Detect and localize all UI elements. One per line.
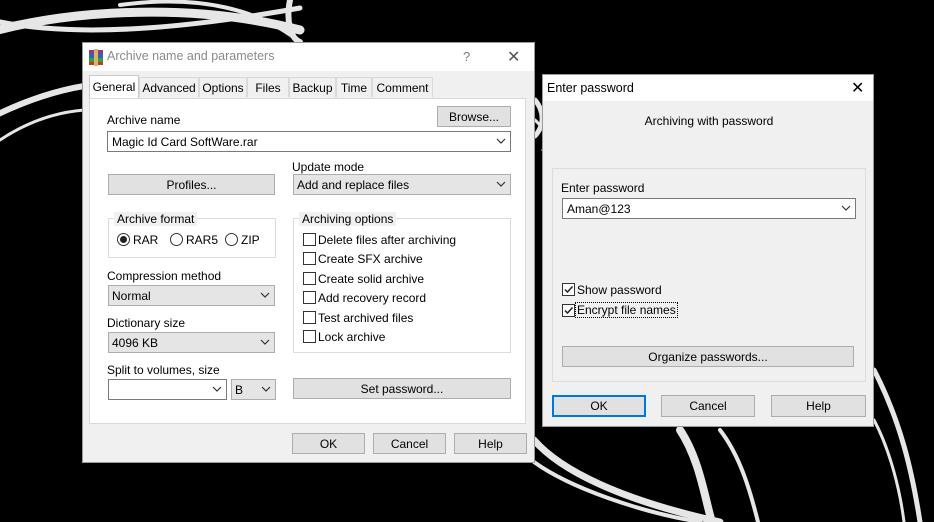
format-zip-label[interactable]: ZIP <box>241 233 260 247</box>
archive-dialog-title: Archive name and parameters <box>107 49 275 63</box>
test-archived-label[interactable]: Test archived files <box>318 311 413 325</box>
checkmark-icon <box>564 306 574 315</box>
split-unit-value: B <box>235 383 244 397</box>
chevron-down-icon <box>260 339 270 345</box>
chevron-down-icon <box>261 386 271 392</box>
help-button[interactable]: Help <box>454 433 527 454</box>
lock-archive-checkbox[interactable] <box>303 330 316 343</box>
update-mode-select[interactable]: Add and replace files <box>293 174 511 195</box>
create-solid-label[interactable]: Create solid archive <box>318 272 424 286</box>
help-button[interactable]: Help <box>771 395 866 417</box>
chevron-down-icon <box>212 386 222 392</box>
tab-options[interactable]: Options <box>199 77 247 97</box>
chevron-down-icon <box>841 205 851 211</box>
checkmark-icon <box>564 285 574 294</box>
encrypt-names-label[interactable]: Encrypt file names <box>575 302 678 318</box>
set-password-button[interactable]: Set password... <box>293 378 511 399</box>
tab-comment[interactable]: Comment <box>372 77 433 97</box>
archive-name-combo[interactable]: Magic Id Card SoftWare.rar <box>107 131 511 152</box>
chevron-down-icon <box>496 181 506 187</box>
show-password-checkbox[interactable] <box>562 283 575 296</box>
split-unit-select[interactable]: B <box>231 379 276 400</box>
archiving-options-label: Archiving options <box>299 212 397 226</box>
tab-time[interactable]: Time <box>336 77 372 97</box>
tab-backup[interactable]: Backup <box>289 77 336 97</box>
create-solid-checkbox[interactable] <box>303 272 316 285</box>
ok-button[interactable]: OK <box>292 433 365 454</box>
close-icon[interactable]: ✕ <box>507 47 520 67</box>
split-volumes-label: Split to volumes, size <box>107 363 220 377</box>
password-dialog-titlebar[interactable]: Enter password ✕ <box>543 75 873 101</box>
create-sfx-label[interactable]: Create SFX archive <box>318 252 423 266</box>
profiles-button[interactable]: Profiles... <box>108 174 275 195</box>
archive-name-value: Magic Id Card SoftWare.rar <box>112 135 258 149</box>
password-dialog-title: Enter password <box>547 81 634 95</box>
chevron-down-icon <box>496 138 506 144</box>
format-rar-label[interactable]: RAR <box>133 233 158 247</box>
password-input[interactable]: Aman@123 <box>562 198 856 219</box>
update-mode-label: Update mode <box>292 160 365 174</box>
archive-dialog-titlebar[interactable]: Archive name and parameters ? ✕ <box>83 43 534 71</box>
ok-button[interactable]: OK <box>552 395 646 417</box>
tab-general[interactable]: General <box>89 75 139 98</box>
recovery-record-checkbox[interactable] <box>303 291 316 304</box>
password-dialog: Enter password ✕ Archiving with password… <box>542 74 874 427</box>
compression-label: Compression method <box>107 269 222 283</box>
dictionary-label: Dictionary size <box>107 316 186 330</box>
cancel-button[interactable]: Cancel <box>373 433 446 454</box>
compression-value: Normal <box>112 289 151 303</box>
delete-files-label[interactable]: Delete files after archiving <box>318 233 456 247</box>
help-icon[interactable]: ? <box>463 49 470 64</box>
archive-dialog: Archive name and parameters ? ✕ Archive … <box>82 42 535 463</box>
format-rar5-label[interactable]: RAR5 <box>186 233 218 247</box>
test-archived-checkbox[interactable] <box>303 311 316 324</box>
dictionary-value: 4096 KB <box>112 336 159 350</box>
split-volumes-combo[interactable] <box>108 379 227 400</box>
format-rar5-radio[interactable] <box>170 233 183 246</box>
format-zip-radio[interactable] <box>225 233 238 246</box>
archive-format-label: Archive format <box>114 212 198 226</box>
recovery-record-label[interactable]: Add recovery record <box>318 291 426 305</box>
cancel-button[interactable]: Cancel <box>661 395 755 417</box>
chevron-down-icon <box>260 292 270 298</box>
winrar-icon <box>89 49 103 66</box>
compression-select[interactable]: Normal <box>108 285 275 306</box>
update-mode-value: Add and replace files <box>297 178 410 192</box>
organize-passwords-button[interactable]: Organize passwords... <box>562 346 854 367</box>
browse-button[interactable]: Browse... <box>437 106 511 127</box>
show-password-label[interactable]: Show password <box>577 283 662 297</box>
tab-files[interactable]: Files <box>247 77 289 97</box>
radio-selected-dot <box>120 236 127 243</box>
format-rar-radio[interactable] <box>117 233 130 246</box>
password-heading: Archiving with password <box>644 114 774 128</box>
create-sfx-checkbox[interactable] <box>303 252 316 265</box>
delete-files-checkbox[interactable] <box>303 233 316 246</box>
enter-password-label: Enter password <box>561 181 645 195</box>
dictionary-select[interactable]: 4096 KB <box>108 332 275 353</box>
close-icon[interactable]: ✕ <box>851 78 864 98</box>
archive-name-label: Archive name <box>107 113 181 127</box>
lock-archive-label[interactable]: Lock archive <box>318 330 385 344</box>
tab-advanced[interactable]: Advanced <box>139 77 199 97</box>
password-value: Aman@123 <box>567 202 631 216</box>
encrypt-names-checkbox[interactable] <box>562 304 575 317</box>
